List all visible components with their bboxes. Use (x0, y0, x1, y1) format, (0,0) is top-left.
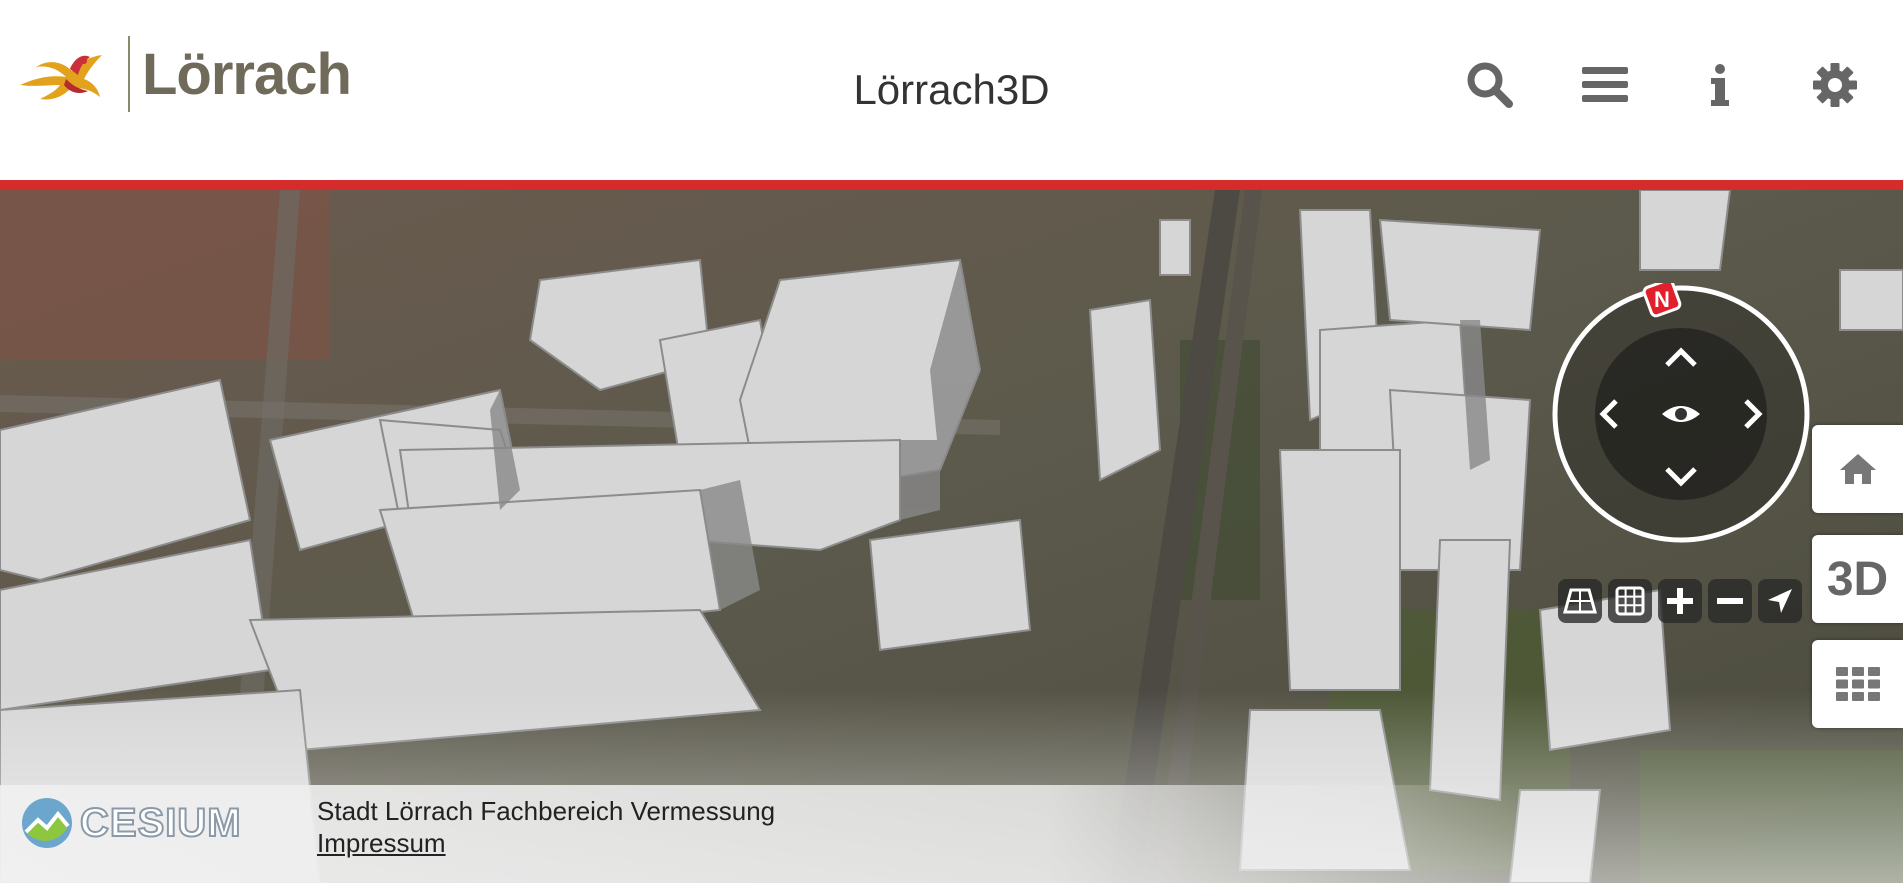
home-icon (1839, 454, 1876, 484)
zoom-out-button[interactable] (1708, 579, 1752, 623)
header-accent-bar (0, 180, 1903, 190)
map-3d-view[interactable]: N (0, 190, 1903, 883)
view-mode-3d-button[interactable]: 3D (1812, 535, 1903, 623)
navigation-tools (1558, 579, 1802, 623)
grid-view-icon (1615, 586, 1645, 616)
tilt-view-button[interactable] (1558, 579, 1602, 623)
home-button[interactable] (1812, 425, 1903, 513)
layers-menu-button[interactable] (1575, 55, 1635, 115)
locate-button[interactable] (1758, 579, 1802, 623)
grid-view-button[interactable] (1608, 579, 1652, 623)
credit-block: Stadt Lörrach Fachbereich Vermessung Imp… (317, 795, 775, 859)
imprint-link[interactable]: Impressum (317, 828, 446, 858)
cesium-logo[interactable]: CESIUM (20, 796, 242, 850)
search-icon (1467, 62, 1513, 108)
map-footer (0, 785, 1903, 883)
app-header: Lörrach Lörrach3D (0, 0, 1903, 180)
view-mode-label: 3D (1826, 552, 1889, 606)
gear-icon (1813, 63, 1857, 107)
zoom-out-icon (1717, 598, 1743, 604)
info-icon (1711, 64, 1729, 106)
credit-text: Stadt Lörrach Fachbereich Vermessung (317, 796, 776, 826)
cesium-globe-icon (22, 798, 72, 848)
zoom-in-button[interactable] (1658, 579, 1702, 623)
settings-button[interactable] (1805, 55, 1865, 115)
tilt-view-icon (1563, 588, 1597, 614)
zoom-in-icon (1667, 588, 1693, 614)
info-button[interactable] (1690, 55, 1750, 115)
locate-icon (1768, 589, 1792, 613)
cesium-logo-text: CESIUM (79, 800, 242, 846)
navigation-compass[interactable]: N (1550, 283, 1812, 545)
search-button[interactable] (1460, 55, 1520, 115)
apps-grid-icon (1835, 667, 1880, 701)
svg-text:N: N (1654, 287, 1670, 312)
apps-button[interactable] (1812, 640, 1903, 728)
menu-icon (1582, 67, 1628, 102)
